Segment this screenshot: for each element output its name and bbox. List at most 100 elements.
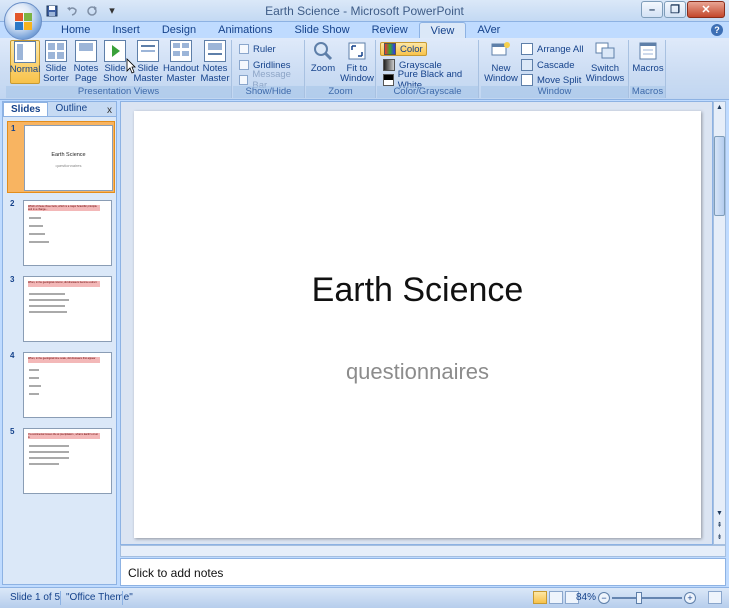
color-swatch-icon xyxy=(384,43,396,55)
tab-slides[interactable]: Slides xyxy=(3,102,49,116)
help-icon[interactable]: ? xyxy=(711,24,723,36)
notes-placeholder[interactable]: Click to add notes xyxy=(128,566,223,580)
slide-thumbnail-list: 1 Earth Science questionnaires 2 Which o… xyxy=(3,118,116,584)
thumb-line xyxy=(29,445,69,447)
tab-animations[interactable]: Animations xyxy=(207,22,283,38)
color-button[interactable]: Color xyxy=(380,42,427,56)
tab-insert[interactable]: Insert xyxy=(101,22,151,38)
close-button[interactable]: ✕ xyxy=(687,1,725,18)
office-button[interactable] xyxy=(4,2,42,40)
thumb-subtitle: questionnaires xyxy=(55,163,82,168)
normal-view-button[interactable]: Normal xyxy=(10,40,40,84)
slide-sorter-icon xyxy=(45,40,67,62)
notes-master-button[interactable]: Notes Master xyxy=(200,40,230,84)
tab-home[interactable]: Home xyxy=(50,22,101,38)
slide-sorter-status-icon[interactable] xyxy=(549,591,563,604)
notes-pane[interactable]: Click to add notes xyxy=(120,558,726,586)
vertical-scrollbar[interactable]: ▲ ▼ ⇞ ⇟ xyxy=(713,101,726,545)
status-bar: Slide 1 of 5 "Office Theme" 84% − + xyxy=(0,587,729,608)
zoom-slider-track[interactable] xyxy=(612,597,682,599)
grayscale-swatch-icon xyxy=(383,59,395,71)
scroll-down-icon[interactable]: ▼ xyxy=(714,508,725,519)
arrange-all-button[interactable]: Arrange All xyxy=(521,42,583,56)
new-window-icon xyxy=(490,40,512,62)
ribbon-tabs: Home Insert Design Animations Slide Show… xyxy=(0,22,729,38)
thumb-question: When, in the geological column, did dino… xyxy=(28,281,100,287)
thumb-question: If a continental moves the at precipitat… xyxy=(28,433,100,439)
tab-outline[interactable]: Outline xyxy=(48,102,94,116)
slide-subtitle[interactable]: questionnaires xyxy=(134,359,701,385)
thumb-line xyxy=(29,299,69,301)
group-label-presentation-views: Presentation Views xyxy=(6,86,231,98)
slide-thumbnail-2[interactable]: 2 Which of these three facts, which is a… xyxy=(7,197,115,269)
slide-thumbnail-3[interactable]: 3 When, in the geological column, did di… xyxy=(7,273,115,345)
handout-master-button[interactable]: Handout Master xyxy=(163,40,199,84)
horizontal-scrollbar[interactable] xyxy=(120,545,726,557)
thumb-line xyxy=(29,377,39,379)
thumb-line xyxy=(29,311,67,313)
current-slide[interactable]: Earth Science questionnaires xyxy=(134,111,701,538)
status-divider xyxy=(60,591,61,605)
window-title: Earth Science - Microsoft PowerPoint xyxy=(265,4,464,18)
tab-slide-show[interactable]: Slide Show xyxy=(284,22,361,38)
slide-title[interactable]: Earth Science xyxy=(134,271,701,310)
title-bar: ▾ Earth Science - Microsoft PowerPoint –… xyxy=(0,0,729,22)
new-window-button[interactable]: New Window xyxy=(484,40,518,84)
zoom-in-icon[interactable]: + xyxy=(684,592,696,604)
macros-button[interactable]: Macros xyxy=(632,40,664,74)
macros-icon xyxy=(637,40,659,62)
group-macros: Macros Macros xyxy=(630,40,666,98)
slide-show-button[interactable]: Slide Show xyxy=(102,40,128,84)
message-bar-checkbox[interactable]: Message Bar xyxy=(239,69,304,91)
fit-slide-status-icon[interactable] xyxy=(708,591,722,604)
previous-slide-icon[interactable]: ⇞ xyxy=(714,520,725,531)
restore-button[interactable]: ❐ xyxy=(664,1,686,18)
slide-number: 1 xyxy=(11,124,16,133)
tab-review[interactable]: Review xyxy=(361,22,419,38)
slide-master-button[interactable]: Slide Master xyxy=(133,40,163,84)
thumb-line xyxy=(29,225,43,227)
zoom-slider-thumb[interactable] xyxy=(636,592,642,604)
group-window: New Window Arrange All Cascade Move Spli… xyxy=(481,40,629,98)
zoom-level[interactable]: 84% xyxy=(576,592,596,603)
notes-master-icon xyxy=(204,40,226,62)
arrange-all-icon xyxy=(521,43,533,55)
move-split-icon xyxy=(521,74,533,86)
fit-to-window-button[interactable]: Fit to Window xyxy=(340,40,374,84)
slide-sorter-button[interactable]: Slide Sorter xyxy=(43,40,69,84)
slide-thumbnail-4[interactable]: 4 When, in the geological time scale, di… xyxy=(7,349,115,421)
notes-page-button[interactable]: Notes Page xyxy=(73,40,99,84)
close-panel-icon[interactable]: x xyxy=(107,105,112,116)
switch-windows-button[interactable]: Switch Windows xyxy=(585,40,625,84)
group-zoom: Zoom Fit to Window Zoom xyxy=(306,40,376,98)
group-label-window: Window xyxy=(481,86,628,98)
minimize-button[interactable]: – xyxy=(641,1,663,18)
slide-number: 5 xyxy=(10,427,15,436)
mouse-cursor-icon xyxy=(126,58,136,74)
tab-aver[interactable]: AVer xyxy=(466,22,511,38)
move-split-button[interactable]: Move Split xyxy=(521,73,581,87)
cascade-icon xyxy=(521,59,533,71)
thumb-line xyxy=(29,457,69,459)
pure-black-white-button[interactable]: Pure Black and White xyxy=(383,69,478,91)
tab-view[interactable]: View xyxy=(418,22,467,38)
group-presentation-views: Normal Slide Sorter Notes Page Slide Sho… xyxy=(6,40,232,98)
scroll-up-icon[interactable]: ▲ xyxy=(714,102,725,114)
group-show-hide: Ruler Gridlines Message Bar Show/Hide xyxy=(233,40,305,98)
cascade-button[interactable]: Cascade xyxy=(521,58,575,72)
zoom-out-icon[interactable]: − xyxy=(598,592,610,604)
next-slide-icon[interactable]: ⇟ xyxy=(714,532,725,543)
message-bar-check-icon xyxy=(239,75,249,85)
ruler-checkbox[interactable]: Ruler xyxy=(239,42,276,56)
normal-view-status-icon[interactable] xyxy=(533,591,547,604)
tab-design[interactable]: Design xyxy=(151,22,207,38)
scroll-thumb[interactable] xyxy=(714,136,725,216)
gridlines-check-icon xyxy=(239,60,249,70)
group-label-color-grayscale: Color/Grayscale xyxy=(377,86,478,98)
thumb-line xyxy=(29,385,41,387)
slide-number: 2 xyxy=(10,199,15,208)
slide-thumbnail-1[interactable]: 1 Earth Science questionnaires xyxy=(7,121,115,193)
slide-counter: Slide 1 of 5 xyxy=(10,592,61,603)
zoom-button[interactable]: Zoom xyxy=(310,40,336,74)
slide-thumbnail-5[interactable]: 5 If a continental moves the at precipit… xyxy=(7,425,115,497)
